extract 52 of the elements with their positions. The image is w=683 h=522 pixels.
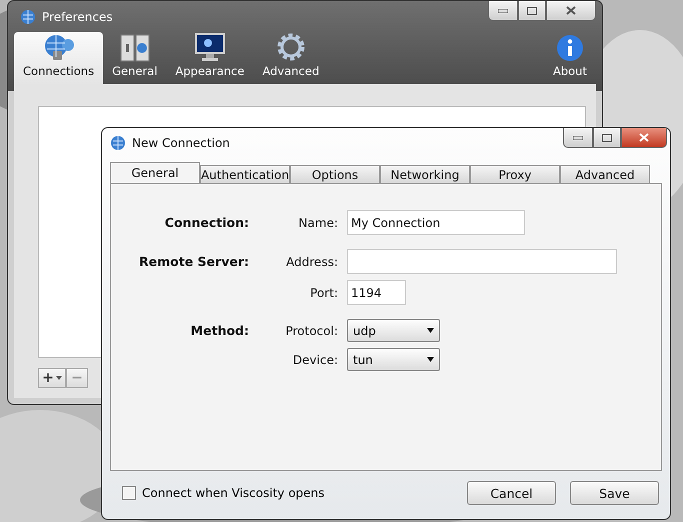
- field-label: Name:: [298, 216, 338, 230]
- minimize-icon: [573, 136, 583, 140]
- toolbar-tab[interactable]: Connections: [14, 32, 104, 84]
- maximize-button[interactable]: [593, 128, 621, 148]
- toolbar-tab[interactable]: About: [544, 32, 596, 84]
- section-heading: Remote Server:: [138, 254, 249, 269]
- close-icon: [639, 133, 649, 142]
- dropdown[interactable]: udp: [347, 319, 440, 342]
- tab[interactable]: Options: [290, 165, 380, 183]
- switch-panel-icon: [120, 34, 150, 62]
- tab[interactable]: Authentication: [200, 165, 290, 183]
- input-field[interactable]: My Connection: [347, 210, 525, 235]
- minimize-icon: [498, 8, 508, 12]
- field-label: Port:: [309, 286, 338, 300]
- gear-icon: [276, 32, 306, 62]
- cancel-button[interactable]: Cancel: [467, 481, 556, 505]
- caret-icon: [56, 376, 62, 380]
- tab[interactable]: Advanced: [560, 165, 650, 183]
- input-field[interactable]: 1194: [347, 280, 406, 305]
- monitor-icon: [194, 32, 226, 62]
- info-icon: [556, 34, 584, 62]
- section-heading: Method:: [190, 323, 249, 338]
- toolbar-tab[interactable]: General: [103, 32, 166, 84]
- close-button[interactable]: [621, 128, 667, 148]
- checkbox-label: Connect when Viscosity opens: [142, 486, 325, 500]
- window-title: New Connection: [132, 136, 230, 150]
- globe-icon: [110, 134, 126, 150]
- window-title: Preferences: [42, 10, 113, 24]
- tab[interactable]: Proxy: [470, 165, 560, 183]
- dropdown[interactable]: tun: [347, 348, 440, 371]
- add-button[interactable]: +: [38, 368, 66, 388]
- tab[interactable]: General: [110, 162, 200, 183]
- field-label: Protocol:: [284, 324, 338, 338]
- globe-icon: [20, 8, 36, 24]
- tab[interactable]: Networking: [380, 165, 470, 183]
- save-button[interactable]: Save: [570, 481, 659, 505]
- maximize-icon: [527, 6, 537, 14]
- toolbar-tab[interactable]: Advanced: [253, 32, 328, 84]
- maximize-icon: [602, 134, 612, 142]
- checkbox[interactable]: [122, 486, 136, 500]
- minimize-button[interactable]: [488, 1, 518, 21]
- maximize-button[interactable]: [518, 1, 546, 21]
- close-button[interactable]: [546, 1, 596, 21]
- minimize-button[interactable]: [563, 128, 593, 148]
- input-field[interactable]: [347, 249, 617, 274]
- field-label: Device:: [292, 352, 338, 366]
- globe-icon: [42, 32, 75, 62]
- toolbar-tab[interactable]: Appearance: [166, 32, 254, 84]
- section-heading: Connection:: [164, 215, 249, 230]
- close-icon: [566, 6, 576, 15]
- caret-icon: [427, 328, 434, 333]
- field-label: Address:: [285, 254, 338, 268]
